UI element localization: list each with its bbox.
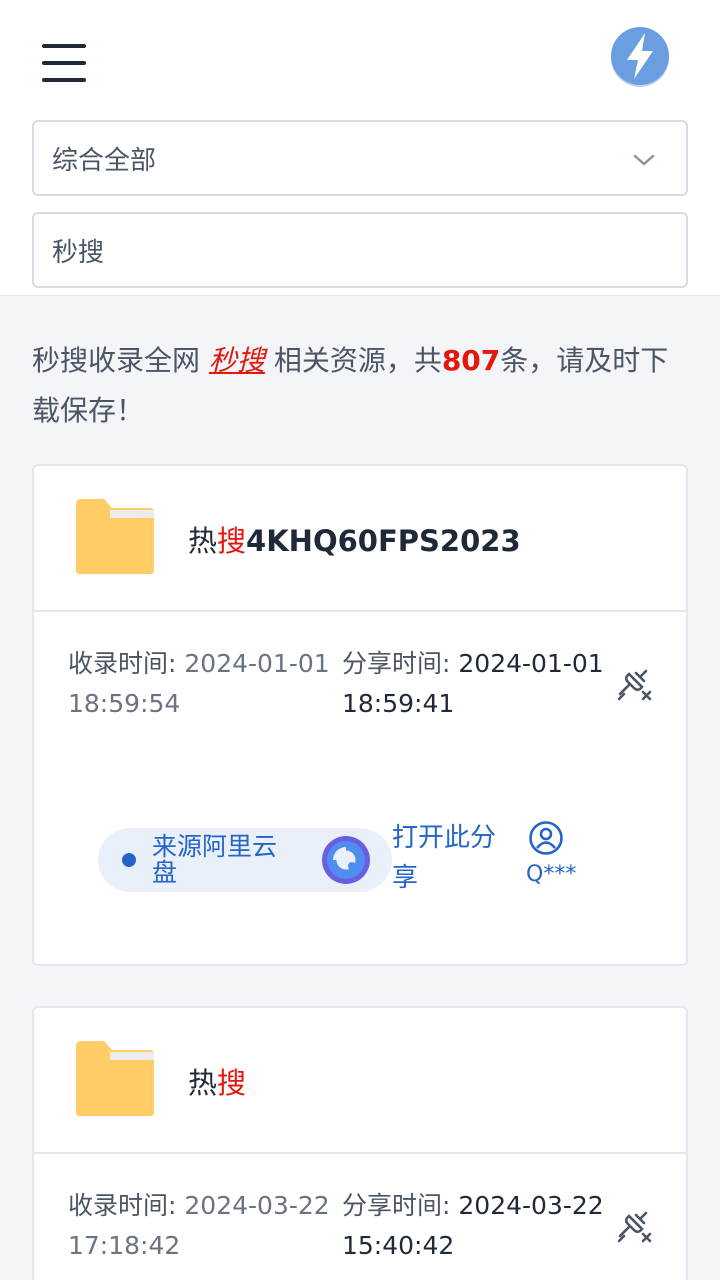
aliyun-drive-icon bbox=[322, 836, 370, 884]
user-avatar-icon bbox=[529, 821, 563, 855]
collected-label: 收录时间: bbox=[68, 649, 177, 678]
sharer-name: Q*** bbox=[526, 862, 577, 887]
collected-time: 收录时间: 2024-03-22 17:18:42 bbox=[68, 1186, 340, 1266]
summary-middle: 相关资源，共 bbox=[264, 344, 442, 377]
result-card-header[interactable]: 热搜 bbox=[34, 1008, 686, 1154]
collected-date: 2024-01-01 bbox=[184, 649, 330, 678]
shared-clock: 15:40:42 bbox=[342, 1231, 455, 1260]
hamburger-menu-icon[interactable] bbox=[42, 44, 86, 82]
result-title-keyword: 搜 bbox=[217, 524, 247, 558]
result-card-body: 收录时间: 2024-01-01 18:59:54 分享时间: 2024-01-… bbox=[34, 612, 686, 964]
result-title-keyword: 搜 bbox=[217, 1066, 247, 1100]
summary-prefix: 秒搜收录全网 bbox=[32, 344, 209, 377]
open-share-link[interactable]: 打开此分享 bbox=[392, 818, 512, 898]
shared-time: 分享时间: 2024-01-01 18:59:41 bbox=[342, 644, 618, 724]
source-badge: 来源阿里云盘 bbox=[98, 828, 392, 892]
disconnected-plug-icon[interactable] bbox=[616, 1208, 654, 1246]
shared-label: 分享时间: bbox=[342, 1191, 451, 1220]
search-input[interactable] bbox=[32, 212, 688, 288]
shared-date: 2024-03-22 bbox=[458, 1191, 604, 1220]
collected-time: 收录时间: 2024-01-01 18:59:54 bbox=[68, 644, 340, 724]
shared-label: 分享时间: bbox=[342, 649, 451, 678]
lightning-bolt-icon[interactable] bbox=[608, 24, 672, 88]
source-dot bbox=[122, 853, 136, 867]
top-bar: 综合全部 bbox=[0, 0, 720, 296]
result-title-rest: 4KHQ60FPS2023 bbox=[246, 524, 521, 558]
shared-time: 分享时间: 2024-03-22 15:40:42 bbox=[342, 1186, 618, 1266]
folder-icon bbox=[76, 1041, 154, 1116]
summary-count: 807 bbox=[441, 344, 501, 377]
collected-clock: 18:59:54 bbox=[68, 689, 181, 718]
category-select[interactable]: 综合全部 bbox=[32, 120, 688, 196]
collected-label: 收录时间: bbox=[68, 1191, 177, 1220]
result-card: 热搜 收录时间: 2024-03-22 17:18:42 分享时间: 2024-… bbox=[32, 1006, 688, 1280]
shared-date: 2024-01-01 bbox=[458, 649, 604, 678]
collected-date: 2024-03-22 bbox=[184, 1191, 330, 1220]
result-title-hot: 热 bbox=[188, 1066, 218, 1100]
chevron-down-icon bbox=[633, 154, 655, 166]
result-title[interactable]: 热搜 bbox=[188, 1060, 246, 1102]
disconnected-plug-icon[interactable] bbox=[616, 666, 654, 704]
result-summary: 秒搜收录全网 秒搜 相关资源，共807条，请及时下载保存！ bbox=[32, 336, 692, 436]
result-title[interactable]: 热搜4KHQ60FPS2023 bbox=[188, 518, 521, 560]
summary-keyword: 秒搜 bbox=[208, 344, 265, 377]
result-title-hot: 热 bbox=[188, 524, 218, 558]
folder-icon bbox=[76, 499, 154, 574]
source-label: 来源阿里云盘 bbox=[152, 832, 278, 887]
shared-clock: 18:59:41 bbox=[342, 689, 455, 718]
result-card-header[interactable]: 热搜4KHQ60FPS2023 bbox=[34, 466, 686, 612]
collected-clock: 17:18:42 bbox=[68, 1231, 181, 1260]
result-card-body: 收录时间: 2024-03-22 17:18:42 分享时间: 2024-03-… bbox=[34, 1154, 686, 1280]
category-select-value: 综合全部 bbox=[52, 145, 157, 176]
result-card: 热搜4KHQ60FPS2023 收录时间: 2024-01-01 18:59:5… bbox=[32, 464, 688, 966]
